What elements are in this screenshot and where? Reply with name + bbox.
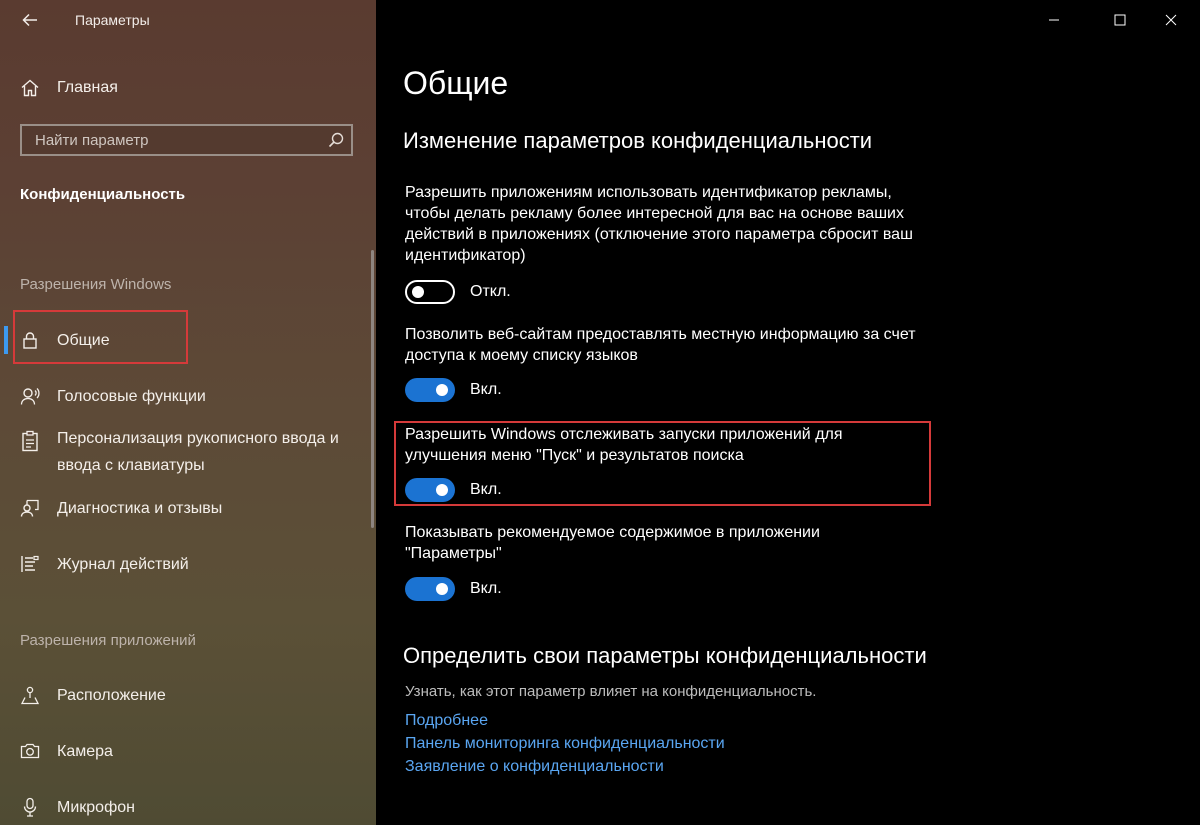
- know-privacy-text: Узнать, как этот параметр влияет на конф…: [405, 683, 817, 700]
- setting-app-launch-tracking: Вкл.: [405, 478, 502, 502]
- link-privacy-statement[interactable]: Заявление о конфиденциальности: [405, 758, 664, 776]
- group-label-app-permissions: Разрешения приложений: [20, 632, 196, 649]
- sidebar-item-label: Главная: [57, 79, 118, 96]
- toggle-switch[interactable]: [405, 280, 455, 304]
- sidebar-scrollbar[interactable]: [371, 250, 374, 528]
- voice-icon: [20, 386, 40, 406]
- microphone-icon: [20, 797, 40, 817]
- section-title: Конфиденциальность: [20, 186, 186, 203]
- setting-suggested-content: Вкл.: [405, 577, 502, 601]
- sidebar-item-label: Персонализация рукописного ввода и ввода…: [57, 430, 339, 474]
- sidebar-item-general[interactable]: Общие: [0, 326, 376, 354]
- lock-icon: [20, 330, 40, 350]
- clipboard-icon: [20, 430, 40, 452]
- sidebar-item-label: Голосовые функции: [57, 387, 206, 405]
- setting-language-list: Вкл.: [405, 378, 502, 402]
- toggle-switch[interactable]: [405, 577, 455, 601]
- sidebar-item-label: Журнал действий: [57, 555, 189, 573]
- back-button[interactable]: [14, 6, 46, 34]
- setting-advertising-id: Откл.: [405, 280, 511, 304]
- group-label-windows-permissions: Разрешения Windows: [20, 276, 172, 293]
- sidebar-item-inking-typing[interactable]: Персонализация рукописного ввода и ввода…: [0, 425, 376, 481]
- sidebar: Параметры Главная Конфиденциальность Раз…: [0, 0, 376, 825]
- toggle-switch[interactable]: [405, 378, 455, 402]
- camera-icon: [20, 741, 40, 761]
- toggle-switch[interactable]: [405, 478, 455, 502]
- page-title: Общие: [403, 65, 509, 101]
- sidebar-item-voice[interactable]: Голосовые функции: [0, 382, 376, 410]
- search-icon[interactable]: [321, 126, 351, 154]
- toggle-knob: [436, 583, 448, 595]
- main-content: Общие Изменение параметров конфиденциаль…: [376, 0, 1200, 825]
- home-icon: [20, 78, 40, 98]
- sidebar-item-label: Диагностика и отзывы: [57, 499, 223, 517]
- back-arrow-icon: [22, 13, 37, 27]
- toggle-knob: [412, 286, 424, 298]
- timeline-icon: [20, 554, 40, 574]
- toggle-state-label: Вкл.: [470, 481, 502, 498]
- setting-description-suggested-content: Показывать рекомендуемое содержимое в пр…: [405, 524, 820, 562]
- app-title: Параметры: [75, 12, 150, 28]
- setting-description-language-list: Позволить веб-сайтам предоставлять местн…: [405, 326, 916, 364]
- setting-description-app-launch-tracking: Разрешить Windows отслеживать запуски пр…: [405, 426, 843, 464]
- search-box: [20, 124, 353, 156]
- link-more-info[interactable]: Подробнее: [405, 712, 488, 730]
- sidebar-item-label: Микрофон: [57, 798, 135, 816]
- sidebar-item-activity-history[interactable]: Журнал действий: [0, 550, 376, 578]
- link-privacy-dashboard[interactable]: Панель мониторинга конфиденциальности: [405, 735, 725, 753]
- privacy-heading: Изменение параметров конфиденциальности: [403, 128, 873, 153]
- sidebar-item-label: Камера: [57, 742, 113, 760]
- sidebar-item-location[interactable]: Расположение: [0, 681, 376, 709]
- setting-description-advertising-id: Разрешить приложениям использовать идент…: [405, 184, 913, 264]
- sidebar-item-camera[interactable]: Камера: [0, 737, 376, 765]
- toggle-knob: [436, 384, 448, 396]
- search-input[interactable]: [22, 125, 321, 155]
- sidebar-item-microphone[interactable]: Микрофон: [0, 793, 376, 821]
- sidebar-item-home[interactable]: Главная: [0, 70, 376, 106]
- toggle-knob: [436, 484, 448, 496]
- toggle-state-label: Вкл.: [470, 381, 502, 398]
- sidebar-item-label: Расположение: [57, 686, 166, 704]
- toggle-state-label: Вкл.: [470, 580, 502, 597]
- feedback-icon: [20, 498, 40, 518]
- sidebar-item-diagnostics[interactable]: Диагностика и отзывы: [0, 494, 376, 522]
- know-privacy-heading: Определить свои параметры конфиденциальн…: [403, 643, 927, 668]
- location-icon: [20, 685, 40, 705]
- toggle-state-label: Откл.: [470, 283, 511, 300]
- sidebar-item-label: Общие: [57, 331, 110, 349]
